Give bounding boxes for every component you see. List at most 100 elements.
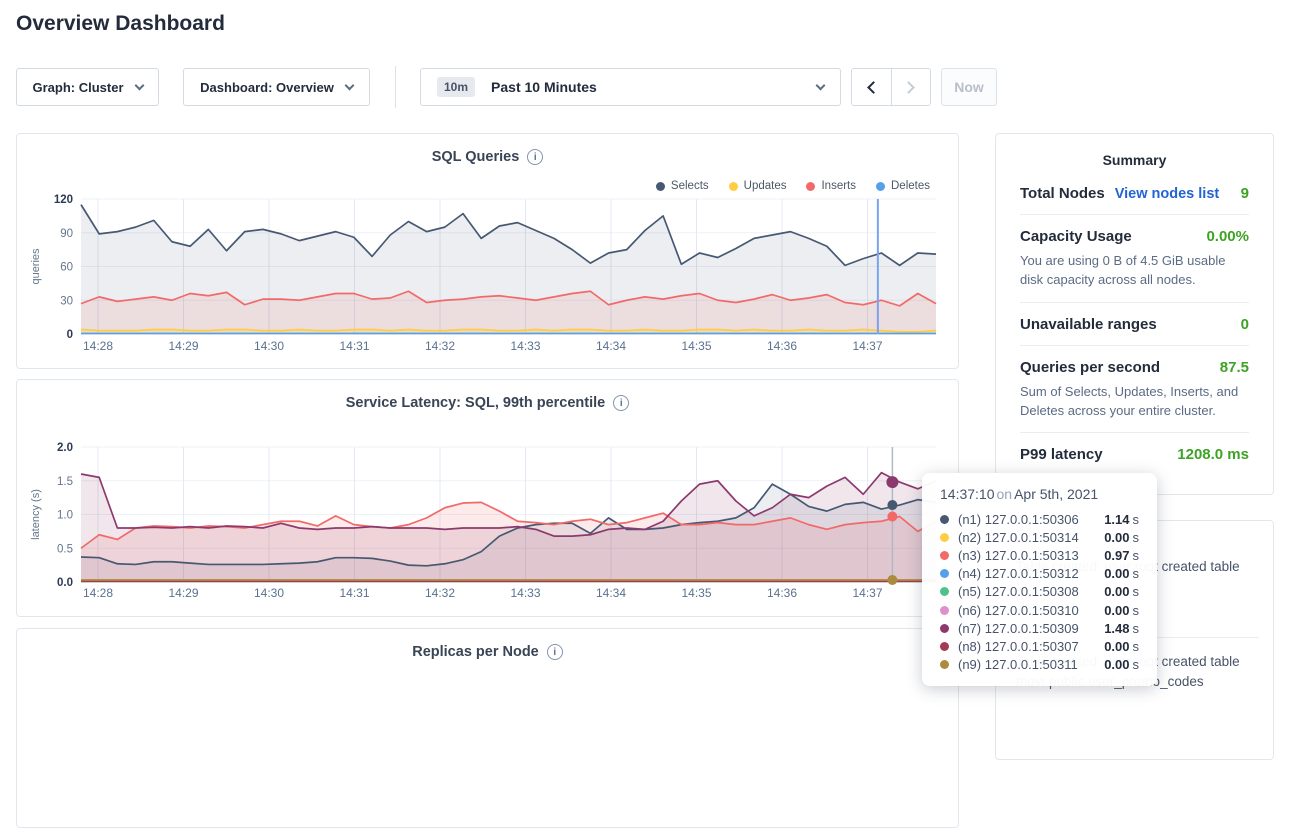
tooltip-node-row: (n8) 127.0.0.1:50307 0.00 s [940, 637, 1139, 655]
tooltip-node-latency: 0.00 [1104, 639, 1129, 654]
tooltip-latency-unit: s [1133, 512, 1140, 527]
svg-text:120: 120 [54, 194, 73, 206]
svg-text:14:37: 14:37 [852, 339, 882, 353]
svg-text:60: 60 [60, 262, 73, 274]
legend-dot-icon [656, 182, 665, 191]
time-nav-group [851, 68, 931, 106]
tooltip-node-address: (n4) 127.0.0.1:50312 [958, 566, 1079, 581]
summary-row-label: Queries per second [1020, 359, 1160, 376]
summary-row-label: Total Nodes [1020, 185, 1105, 202]
dashboard-dropdown-label: Dashboard: Overview [200, 80, 334, 95]
time-next-button[interactable] [891, 69, 930, 105]
tooltip-node-address: (n9) 127.0.0.1:50311 [958, 657, 1078, 672]
svg-text:14:28: 14:28 [83, 339, 113, 353]
tooltip-latency-unit: s [1133, 566, 1140, 581]
tooltip-node-row: (n3) 127.0.0.1:503130.97s [940, 546, 1139, 564]
chevron-left-icon [867, 81, 880, 94]
svg-text:queries: queries [30, 248, 42, 285]
graph-dropdown[interactable]: Graph: Cluster [16, 68, 159, 106]
time-range-dropdown[interactable]: 10m Past 10 Minutes [420, 68, 841, 106]
node-color-dot-icon [940, 515, 949, 524]
summary-row-value: 1208.0 ms [1177, 446, 1249, 463]
sql-queries-chart[interactable]: 030609012014:2814:2914:3014:3114:3214:33… [17, 191, 958, 365]
svg-text:14:29: 14:29 [168, 339, 198, 353]
graph-dropdown-label: Graph: Cluster [32, 80, 123, 95]
service-latency-panel: Service Latency: SQL, 99th percentile i … [16, 379, 959, 617]
summary-row-description: You are using 0 B of 4.5 GiB usable disk… [1020, 252, 1249, 290]
summary-row: Unavailable ranges0 [1020, 302, 1249, 345]
tooltip-node-latency: 0.00 [1104, 603, 1129, 618]
svg-text:14:35: 14:35 [681, 586, 711, 600]
svg-text:30: 30 [60, 295, 73, 307]
summary-row-value: 0 [1241, 316, 1249, 333]
svg-text:14:32: 14:32 [425, 339, 455, 353]
legend-dot-icon [729, 182, 738, 191]
tooltip-node-latency: 0.00 [1104, 566, 1129, 581]
tooltip-node-row: (n9) 127.0.0.1:503110.00s [940, 656, 1139, 674]
summary-card: Summary Total Nodes View nodes list 9 Capac… [995, 133, 1274, 495]
view-nodes-list-link[interactable]: View nodes list [1115, 186, 1220, 202]
info-icon[interactable]: i [527, 149, 543, 165]
tooltip-node-address: (n3) 127.0.0.1:50313 [958, 548, 1079, 563]
time-prev-button[interactable] [852, 69, 891, 105]
page-title: Overview Dashboard [16, 12, 225, 36]
svg-text:0.0: 0.0 [57, 577, 73, 589]
tooltip-node-latency: 1.14 [1104, 512, 1129, 527]
svg-text:14:36: 14:36 [767, 586, 797, 600]
info-icon[interactable]: i [613, 395, 629, 411]
svg-text:14:30: 14:30 [254, 586, 284, 600]
chevron-down-icon [816, 81, 826, 91]
sql-queries-panel: SQL Queries i SelectsUpdatesInsertsDelet… [16, 133, 959, 369]
node-color-dot-icon [940, 624, 949, 633]
svg-text:14:31: 14:31 [339, 339, 369, 353]
svg-text:14:34: 14:34 [596, 586, 626, 600]
tooltip-node-row: (n1) 127.0.0.1:50306 1.14 s [940, 510, 1139, 528]
svg-text:14:28: 14:28 [83, 586, 113, 600]
summary-heading: Summary [996, 152, 1273, 168]
chevron-down-icon [134, 81, 144, 91]
summary-row-label: Capacity Usage [1020, 228, 1132, 245]
summary-row-value: 0.00% [1206, 228, 1249, 245]
summary-row: P99 latency 1208.0 ms [1020, 432, 1249, 475]
tooltip-node-row: (n7) 127.0.0.1:503091.48s [940, 619, 1139, 637]
tooltip-latency-unit: s [1133, 603, 1140, 618]
summary-row-description: Sum of Selects, Updates, Inserts, and De… [1020, 383, 1249, 421]
info-icon[interactable]: i [547, 644, 563, 660]
summary-row-value: 9 [1241, 185, 1249, 202]
tooltip-node-address: (n7) 127.0.0.1:50309 [958, 621, 1079, 636]
tooltip-node-row: (n6) 127.0.0.1:50310 0.00 s [940, 601, 1139, 619]
svg-text:0: 0 [67, 329, 73, 341]
tooltip-latency-unit: s [1133, 548, 1140, 563]
tooltip-time: 14:37:10 [940, 486, 995, 502]
svg-text:latency (s): latency (s) [30, 489, 42, 540]
summary-rows: Total Nodes View nodes list 9 Capacity Usag… [996, 168, 1273, 475]
svg-text:14:33: 14:33 [510, 339, 540, 353]
tooltip-node-address: (n6) 127.0.0.1:50310 [958, 603, 1079, 618]
tooltip-node-address: (n1) 127.0.0.1:50306 [958, 512, 1079, 527]
tooltip-node-address: (n8) 127.0.0.1:50307 [958, 639, 1079, 654]
summary-row-label: P99 latency [1020, 446, 1103, 463]
legend-dot-icon [806, 182, 815, 191]
chevron-down-icon [344, 81, 354, 91]
svg-text:14:30: 14:30 [254, 339, 284, 353]
now-button[interactable]: Now [941, 68, 997, 106]
replicas-per-node-chart-title: Replicas per Node [412, 644, 539, 660]
node-color-dot-icon [940, 533, 949, 542]
chevron-right-icon [903, 81, 916, 94]
svg-text:14:32: 14:32 [425, 586, 455, 600]
tooltip-latency-unit: s [1133, 639, 1140, 654]
tooltip-node-latency: 0.00 [1104, 584, 1129, 599]
tooltip-node-row: (n4) 127.0.0.1:50312 0.00 s [940, 565, 1139, 583]
tooltip-header: 14:37:10onApr 5th, 2021 [940, 486, 1139, 502]
legend-dot-icon [876, 182, 885, 191]
time-range-badge: 10m [437, 77, 475, 97]
replicas-per-node-panel: Replicas per Node i [16, 628, 959, 828]
summary-row: Queries per second87.5Sum of Selects, Up… [1020, 345, 1249, 433]
node-color-dot-icon [940, 569, 949, 578]
summary-row: Capacity Usage 0.00% You are using 0 B of … [1020, 214, 1249, 302]
tooltip-latency-unit: s [1133, 621, 1140, 636]
service-latency-chart[interactable]: 0.00.51.01.52.014:2814:2914:3014:3114:32… [17, 441, 958, 615]
toolbar-divider [395, 66, 396, 108]
dashboard-dropdown[interactable]: Dashboard: Overview [183, 68, 370, 106]
svg-text:14:37: 14:37 [852, 586, 882, 600]
